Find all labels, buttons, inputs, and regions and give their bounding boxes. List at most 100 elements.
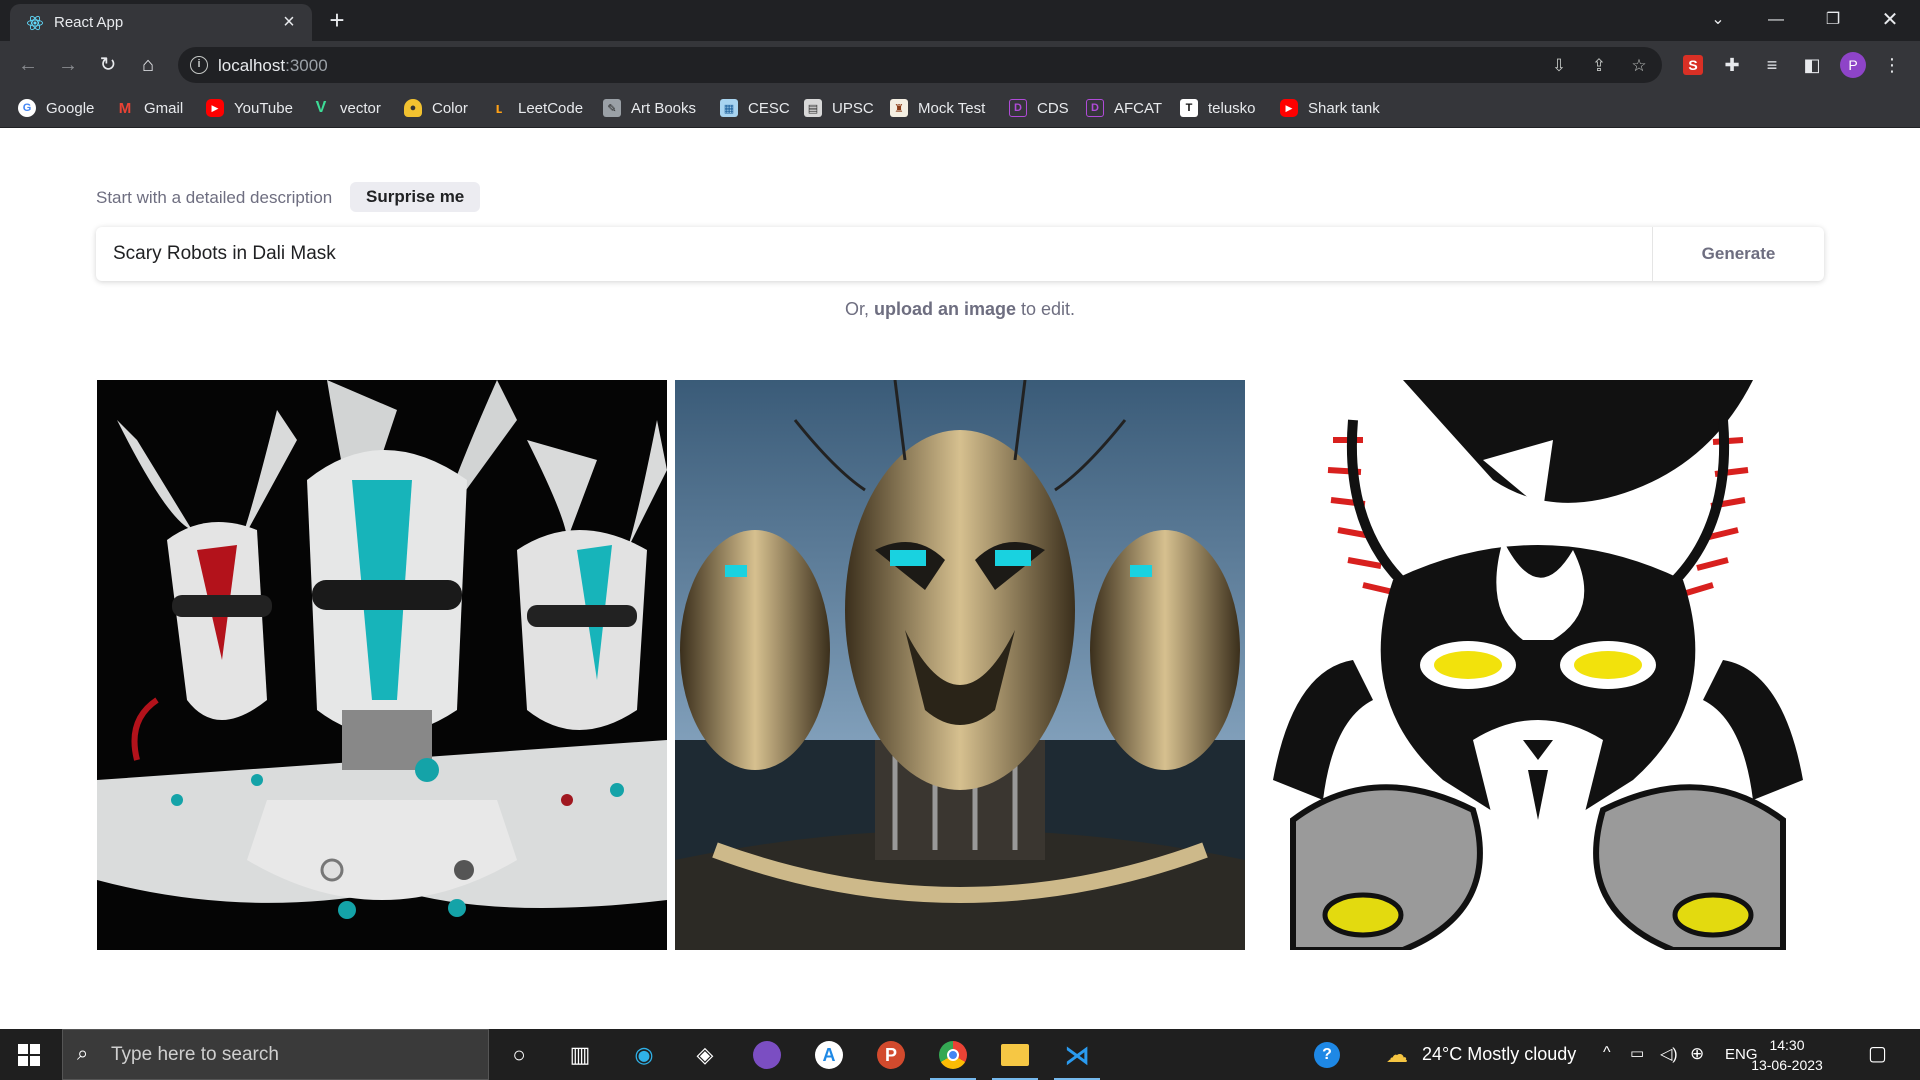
bookmark-label: vector: [340, 99, 381, 117]
more-menu-icon[interactable]: ⋮: [1880, 53, 1904, 77]
upload-hint: Or, upload an image to edit.: [0, 299, 1920, 320]
bookmark-shark-tank[interactable]: ▶ Shark tank: [1280, 97, 1380, 119]
tab-title: React App: [54, 14, 124, 31]
bookmark-vector[interactable]: V vector: [312, 97, 381, 119]
media-queue-icon[interactable]: ≡: [1760, 53, 1784, 77]
color-icon: ●: [404, 99, 422, 117]
task-view-icon[interactable]: ▥: [563, 1038, 597, 1072]
extension-s-icon[interactable]: S: [1683, 55, 1703, 75]
art-books-icon: ✎: [603, 99, 621, 117]
generated-image-1[interactable]: [97, 380, 667, 950]
profile-avatar[interactable]: P: [1840, 52, 1866, 78]
clock[interactable]: 14:30 13-06-2023: [1742, 1035, 1832, 1075]
bookmark-youtube[interactable]: ▶ YouTube: [206, 97, 293, 119]
generated-image-3[interactable]: [1253, 380, 1823, 950]
notifications-icon[interactable]: ▢: [1868, 1041, 1887, 1066]
bookmark-label: Gmail: [144, 99, 184, 117]
prompt-bar: Scary Robots in Dali Mask Generate: [96, 227, 1824, 281]
bookmark-cesc[interactable]: ▦ CESC: [720, 97, 790, 119]
afcat-icon: D: [1086, 99, 1104, 117]
bookmark-google[interactable]: G Google: [18, 97, 94, 119]
bookmark-label: AFCAT: [1114, 99, 1163, 117]
bookmark-cds[interactable]: D CDS: [1009, 97, 1069, 119]
new-tab-icon[interactable]: +: [324, 7, 350, 34]
install-icon[interactable]: ⇩: [1548, 55, 1570, 77]
bookmark-art-books[interactable]: ✎ Art Books: [603, 97, 696, 119]
chrome-icon[interactable]: [930, 1038, 976, 1080]
bookmark-upsc[interactable]: ▤ UPSC: [804, 97, 874, 119]
youtube-icon: ▶: [206, 99, 224, 117]
bookmark-leetcode[interactable]: ʟ LeetCode: [490, 97, 583, 119]
taskbar-search[interactable]: ⌕ Type here to search: [62, 1029, 489, 1080]
address-bar[interactable]: i localhost:3000 ⇩ ⇪ ☆: [178, 47, 1662, 83]
prompt-input[interactable]: Scary Robots in Dali Mask: [113, 243, 336, 265]
clock-date: 13-06-2023: [1751, 1057, 1823, 1073]
network-icon[interactable]: ⊕: [1690, 1044, 1704, 1064]
tab-search-icon[interactable]: ⌄: [1700, 6, 1736, 34]
prompt-label: Start with a detailed description: [96, 188, 333, 207]
generated-image-3-art: [1253, 380, 1823, 950]
telusko-icon: T: [1180, 99, 1198, 117]
bookmark-afcat[interactable]: D AFCAT: [1086, 97, 1162, 119]
tab-close-icon[interactable]: ×: [278, 11, 300, 33]
pocket-icon[interactable]: P: [874, 1038, 908, 1072]
help-icon[interactable]: ?: [1310, 1038, 1344, 1072]
file-explorer-icon[interactable]: [992, 1038, 1038, 1080]
bookmark-gmail[interactable]: M Gmail: [116, 97, 183, 119]
close-window-icon[interactable]: ✕: [1872, 6, 1908, 34]
generated-image-2-art: [675, 380, 1245, 950]
extensions-puzzle-icon[interactable]: ✚: [1720, 53, 1744, 77]
back-icon[interactable]: ←: [14, 51, 42, 79]
dropbox-icon[interactable]: ◈: [688, 1038, 722, 1072]
vscode-icon[interactable]: ⋊: [1054, 1038, 1100, 1080]
upload-prefix: Or,: [844, 299, 869, 319]
bookmarks-bar: G Google M Gmail ▶ YouTube V vector ● Co…: [0, 89, 1920, 128]
restore-icon[interactable]: ❐: [1815, 6, 1851, 34]
url-text: localhost:3000: [218, 56, 328, 75]
forward-icon[interactable]: →: [54, 51, 82, 79]
github-desktop-icon[interactable]: [750, 1038, 784, 1072]
search-icon: ⌕: [77, 1043, 89, 1065]
bookmark-star-icon[interactable]: ☆: [1628, 55, 1650, 77]
browser-toolbar: ← → ↻ ⌂ i localhost:3000 ⇩ ⇪ ☆ S ✚ ≡ ◧ P…: [0, 41, 1920, 89]
tray-chevron-icon[interactable]: ^: [1603, 1044, 1611, 1062]
bookmark-label: Shark tank: [1308, 99, 1380, 117]
cesc-icon: ▦: [720, 99, 738, 117]
reload-icon[interactable]: ↻: [94, 51, 122, 79]
upload-suffix: to edit.: [1021, 299, 1076, 319]
site-info-icon[interactable]: i: [190, 56, 208, 74]
bookmark-label: YouTube: [234, 99, 293, 117]
battery-icon[interactable]: ▭: [1630, 1044, 1644, 1062]
share-icon[interactable]: ⇪: [1588, 55, 1610, 77]
bookmark-label: LeetCode: [518, 99, 584, 117]
leetcode-icon: ʟ: [495, 99, 503, 117]
side-panel-icon[interactable]: ◧: [1800, 53, 1824, 77]
upload-image-link[interactable]: upload an image: [874, 299, 1016, 319]
surprise-me-button[interactable]: Surprise me: [350, 182, 481, 212]
upsc-icon: ▤: [804, 99, 822, 117]
volume-icon[interactable]: ◁): [1660, 1044, 1678, 1064]
edge-icon[interactable]: ◉: [627, 1038, 661, 1072]
app-content: Start with a detailed description Surpri…: [0, 129, 1920, 1029]
youtube-icon: ▶: [1280, 99, 1298, 117]
minimize-icon[interactable]: —: [1758, 6, 1794, 34]
weather-text[interactable]: 24°C Mostly cloudy: [1422, 1044, 1576, 1065]
bookmark-label: UPSC: [832, 99, 874, 117]
cds-icon: D: [1009, 99, 1027, 117]
weather-icon[interactable]: ☁: [1380, 1038, 1414, 1072]
cortana-icon[interactable]: ○: [502, 1038, 536, 1072]
google-icon: G: [18, 99, 36, 117]
bookmark-telusko[interactable]: T telusko: [1180, 97, 1256, 119]
home-icon[interactable]: ⌂: [134, 51, 162, 79]
bookmark-label: Google: [46, 99, 95, 117]
generate-button[interactable]: Generate: [1652, 227, 1824, 281]
generated-image-2[interactable]: [675, 380, 1245, 950]
bookmark-color[interactable]: ● Color: [404, 97, 468, 119]
bookmark-mock-test[interactable]: ♜ Mock Test: [890, 97, 985, 119]
bookmark-label: Color: [432, 99, 468, 117]
browser-tab[interactable]: React App ×: [10, 4, 312, 41]
bookmark-label: Mock Test: [918, 99, 986, 117]
windows-start-icon[interactable]: [18, 1044, 40, 1066]
app-store-icon[interactable]: A: [812, 1038, 846, 1072]
gmail-icon: M: [118, 99, 132, 117]
